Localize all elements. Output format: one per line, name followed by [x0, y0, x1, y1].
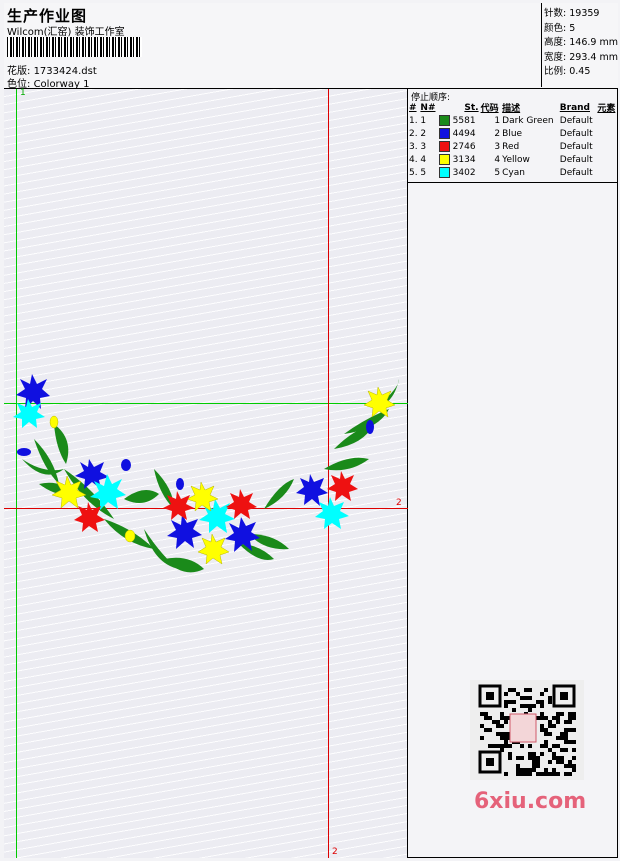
row-desc: Yellow	[502, 154, 530, 165]
row-stitches: 2746	[452, 142, 476, 152]
row-stitches: 4494	[452, 129, 476, 139]
design-canvas: 1 2 2	[4, 88, 408, 858]
row-brand: Default	[559, 115, 593, 126]
row-desc: Cyan	[502, 167, 525, 178]
stat-colors: 颜色: 5	[544, 22, 576, 34]
col-n: N#	[420, 102, 436, 113]
col-index: #	[409, 102, 417, 113]
row-element	[596, 166, 618, 179]
row-stitches: 3402	[452, 168, 476, 178]
stat-stitches: 针数: 19359	[544, 8, 600, 19]
stat-height: 高度: 146.9 mm	[544, 37, 618, 48]
stats-box: 针数: 19359 颜色: 5 高度: 146.9 mm 宽度: 293.4 m…	[541, 3, 618, 87]
row-n: 5	[420, 167, 427, 178]
barcode	[7, 37, 142, 57]
row-brand: Default	[559, 141, 593, 152]
col-desc: 描述	[502, 104, 521, 114]
row-element	[596, 114, 618, 127]
row-brand: Default	[559, 154, 593, 165]
row-element	[596, 140, 618, 153]
col-stitches: St.	[464, 102, 479, 113]
stat-width: 宽度: 293.4 mm	[544, 51, 618, 63]
row-code: 1	[494, 115, 501, 126]
row-n: 3	[420, 141, 427, 152]
row-desc: Red	[502, 141, 520, 152]
row-desc: Blue	[502, 128, 523, 139]
row-code: 3	[494, 141, 501, 152]
row-stitches: 5581	[452, 116, 476, 126]
row-code: 2	[494, 128, 501, 139]
color-swatch	[438, 141, 450, 152]
color-row: 4. 4 3134 4 Yellow Default	[408, 153, 618, 166]
color-swatch	[438, 154, 450, 165]
row-n: 1	[420, 115, 427, 126]
embroidery-design	[13, 374, 399, 573]
watermark-logo: 6xiu.com	[474, 789, 587, 814]
row-index: 1.	[409, 115, 418, 126]
row-stitches: 3134	[452, 155, 476, 165]
col-code: 代码	[480, 104, 499, 114]
row-element	[596, 153, 618, 166]
row-index: 5.	[409, 167, 418, 178]
row-index: 4.	[409, 154, 418, 165]
row-n: 2	[420, 128, 427, 139]
qr-code	[470, 680, 584, 780]
color-row: 3. 3 2746 3 Red Default	[408, 140, 618, 153]
color-row: 5. 5 3402 5 Cyan Default	[408, 166, 618, 179]
color-row: 1. 1 5581 1 Dark Green Default	[408, 114, 618, 127]
row-code: 4	[494, 154, 501, 165]
color-row: 2. 2 4494 2 Blue Default	[408, 127, 618, 140]
color-swatch	[438, 128, 450, 139]
col-brand: Brand	[559, 102, 590, 113]
studio-name: Wilcom(汇窑) 装饰工作室	[7, 27, 125, 38]
color-table: # N# St. 代码 描述 Brand 元素 1. 1 5581 1 Dark Gr…	[408, 101, 618, 179]
stat-scale: 比例: 0.45	[544, 66, 591, 77]
row-code: 5	[494, 167, 501, 178]
col-element: 元素	[597, 104, 616, 114]
row-index: 2.	[409, 128, 418, 139]
color-table-header: # N# St. 代码 描述 Brand 元素	[408, 101, 618, 115]
row-desc: Dark Green	[502, 115, 554, 126]
row-element	[596, 127, 618, 140]
color-swatch	[438, 167, 450, 178]
flower-blue	[16, 374, 374, 552]
row-index: 3.	[409, 141, 418, 152]
row-brand: Default	[559, 128, 593, 139]
panel-divider	[408, 182, 618, 183]
color-swatch	[438, 115, 450, 126]
row-n: 4	[420, 154, 427, 165]
row-brand: Default	[559, 167, 593, 178]
